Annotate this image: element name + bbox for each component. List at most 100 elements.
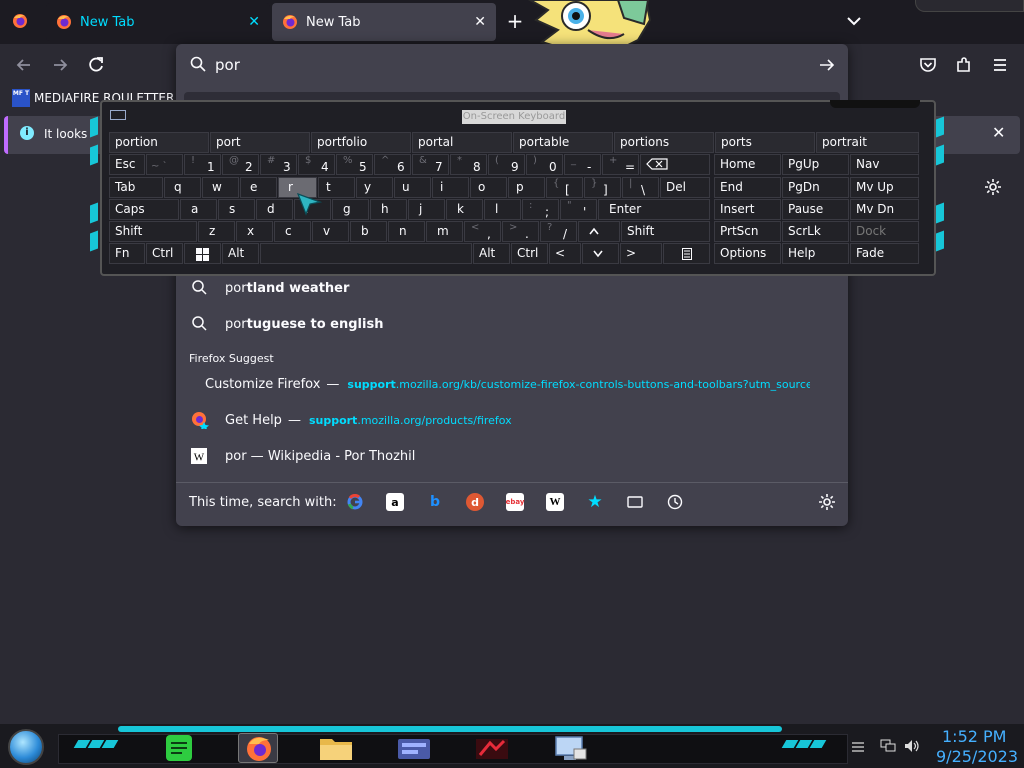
osk-key-n[interactable]: n [388, 221, 425, 242]
pocket-icon[interactable] [918, 55, 938, 75]
osk-key-alt-right[interactable]: Alt [473, 243, 510, 264]
duckduckgo-icon[interactable]: d [466, 493, 484, 511]
osk-key-pause[interactable]: Pause [782, 199, 849, 220]
osk-key-d[interactable]: d [256, 199, 293, 220]
back-arrow-icon[interactable] [14, 55, 34, 75]
osk-key-1[interactable]: ! 1 [184, 154, 221, 175]
osk-key-s[interactable]: s [218, 199, 255, 220]
osk-key-open-bracket[interactable]: {[ [546, 177, 583, 198]
osk-key-ctrl-left[interactable]: Ctrl [146, 243, 183, 264]
osk-key-5[interactable]: % 5 [336, 154, 373, 175]
osk-key-del[interactable]: Del [660, 177, 710, 198]
osk-prediction[interactable]: portrait [816, 132, 919, 153]
osk-key-options[interactable]: Options [714, 243, 781, 264]
osk-key-x[interactable]: x [236, 221, 273, 242]
osk-key-help[interactable]: Help [782, 243, 849, 264]
bing-icon[interactable]: b [426, 493, 444, 511]
osk-key-close-bracket[interactable]: }] [584, 177, 621, 198]
osk-key-caps[interactable]: Caps [109, 199, 179, 220]
osk-key-b[interactable]: b [350, 221, 387, 242]
osk-key-backtick[interactable]: ~ ` [146, 154, 183, 175]
close-tab-icon[interactable]: ✕ [248, 14, 260, 30]
suggest-result-row[interactable]: Customize Firefox — support.mozilla.org/… [190, 375, 810, 393]
osk-key-pgup[interactable]: PgUp [782, 154, 849, 175]
wikipedia-icon[interactable]: W [546, 493, 564, 511]
osk-key-windows[interactable] [184, 243, 221, 264]
osk-prediction[interactable]: ports [715, 132, 815, 153]
osk-key-i[interactable]: i [432, 177, 469, 198]
osk-key-k[interactable]: k [446, 199, 483, 220]
osk-key-comma[interactable]: <, [464, 221, 501, 242]
osk-key-semicolon[interactable]: :; [522, 199, 559, 220]
clock-time[interactable]: 1:52 PM [942, 727, 1006, 746]
osk-key-0[interactable]: ) 0 [526, 154, 563, 175]
osk-key-v[interactable]: v [312, 221, 349, 242]
close-tab-icon[interactable]: ✕ [474, 14, 486, 30]
reload-icon[interactable] [86, 55, 106, 75]
forward-arrow-icon[interactable] [50, 55, 70, 75]
osk-key-equals[interactable]: + = [602, 154, 639, 175]
bookmarks-star-icon[interactable]: ★ [586, 492, 604, 512]
osk-key-prtscn[interactable]: PrtScn [714, 221, 781, 242]
history-icon[interactable] [666, 493, 684, 511]
osk-key-nav[interactable]: Nav [850, 154, 919, 175]
file-explorer-icon[interactable] [316, 733, 356, 763]
tab-new-tab-2[interactable]: New Tab ✕ [272, 3, 496, 41]
osk-key-w[interactable]: w [202, 177, 239, 198]
osk-key-mv-up[interactable]: Mv Up [850, 177, 919, 198]
osk-key-down[interactable] [582, 243, 619, 264]
osk-key-c[interactable]: c [274, 221, 311, 242]
osk-prediction[interactable]: portfolio [311, 132, 411, 153]
suggest-result-row[interactable]: Get Help — support.mozilla.org/products/… [190, 411, 512, 429]
osk-key-fade[interactable]: Fade [850, 243, 919, 264]
control-panel-icon[interactable] [394, 733, 434, 763]
osk-prediction[interactable]: portion [109, 132, 209, 153]
osk-key-2[interactable]: @2 [222, 154, 259, 175]
osk-key-shift-right[interactable]: Shift [621, 221, 710, 242]
osk-key-backslash[interactable]: | \ [622, 177, 659, 198]
osk-key-enter[interactable]: Enter [598, 199, 710, 220]
url-input-text[interactable]: por [215, 56, 240, 74]
suggestion-row[interactable]: por tuguese to english [190, 315, 383, 333]
osk-key-m[interactable]: m [426, 221, 463, 242]
osk-key-g[interactable]: g [332, 199, 369, 220]
osk-key-shift-left[interactable]: Shift [109, 221, 197, 242]
osk-key-3[interactable]: #3 [260, 154, 297, 175]
osk-key-h[interactable]: h [370, 199, 407, 220]
osk-key-6[interactable]: ^ 6 [374, 154, 411, 175]
volume-icon[interactable] [904, 739, 920, 753]
osk-key-scrlk[interactable]: ScrLk [782, 221, 849, 242]
firefox-view-icon[interactable] [12, 13, 28, 29]
osk-key-quote[interactable]: " ' [560, 199, 597, 220]
osk-key-right[interactable]: > [620, 243, 662, 264]
firefox-taskbar-icon[interactable] [238, 733, 278, 763]
notes-app-icon[interactable] [160, 733, 200, 763]
search-settings-gear-icon[interactable] [818, 493, 836, 511]
osk-key-pgdn[interactable]: PgDn [782, 177, 849, 198]
osk-key-mv-dn[interactable]: Mv Dn [850, 199, 919, 220]
osk-key-z[interactable]: z [198, 221, 235, 242]
osk-key-home[interactable]: Home [714, 154, 781, 175]
osk-prediction[interactable]: portal [412, 132, 512, 153]
osk-key-ctrl-right[interactable]: Ctrl [511, 243, 548, 264]
extensions-puzzle-icon[interactable] [954, 55, 974, 75]
show-hidden-icons-icon[interactable] [850, 739, 866, 753]
osk-key-a[interactable]: a [180, 199, 217, 220]
osk-key-l[interactable]: l [484, 199, 521, 220]
osk-key-4[interactable]: $4 [298, 154, 335, 175]
osk-key-esc[interactable]: Esc [109, 154, 145, 175]
osk-key-u[interactable]: u [394, 177, 431, 198]
osk-key-8[interactable]: * 8 [450, 154, 487, 175]
clock-date[interactable]: 9/25/2023 [936, 747, 1018, 766]
computer-icon[interactable] [550, 733, 590, 763]
amazon-icon[interactable]: a [386, 493, 404, 511]
osk-key-period[interactable]: >. [502, 221, 539, 242]
close-notification-icon[interactable]: ✕ [992, 123, 1005, 142]
new-tab-plus-icon[interactable]: + [504, 10, 526, 32]
hamburger-menu-icon[interactable] [990, 55, 1010, 75]
osk-key-p[interactable]: p [508, 177, 545, 198]
osk-key-left[interactable]: < [549, 243, 581, 264]
osk-key-7[interactable]: & 7 [412, 154, 449, 175]
game-app-icon[interactable] [472, 733, 512, 763]
google-icon[interactable] [346, 493, 364, 511]
